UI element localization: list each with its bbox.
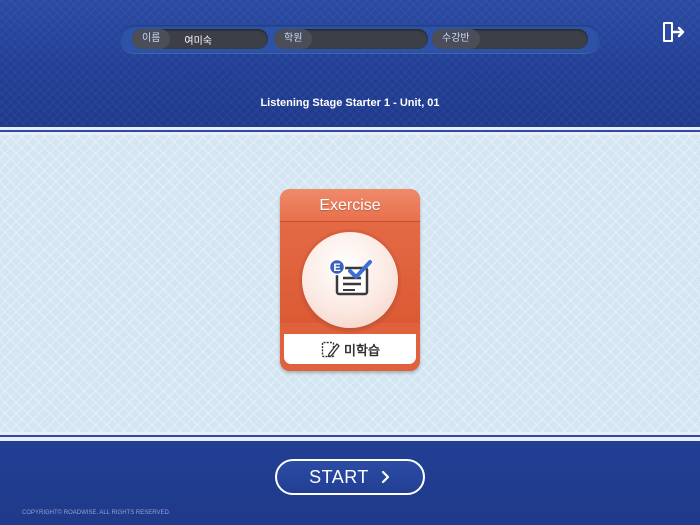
divider-top bbox=[0, 127, 700, 135]
start-label: START bbox=[309, 466, 369, 487]
class-label: 수강반 bbox=[432, 29, 480, 49]
class-field: 수강반 bbox=[432, 29, 588, 49]
exit-button[interactable] bbox=[660, 20, 686, 44]
divider-bottom bbox=[0, 432, 700, 441]
academy-label: 학원 bbox=[274, 29, 313, 49]
name-label: 이름 bbox=[132, 29, 171, 49]
card-status: 미학습 bbox=[284, 334, 416, 364]
name-field: 이름 여미숙 bbox=[132, 29, 268, 49]
exercise-checklist-icon: E bbox=[328, 258, 372, 296]
badge-letter: E bbox=[333, 262, 340, 274]
name-value: 여미숙 bbox=[184, 35, 213, 47]
academy-field: 학원 bbox=[274, 29, 428, 49]
card-title: Exercise bbox=[319, 197, 381, 214]
chevron-right-icon bbox=[381, 470, 390, 484]
exercise-card[interactable]: Exercise E 미학습 bbox=[280, 189, 420, 371]
card-body: E bbox=[280, 222, 420, 328]
card-icon-circle: E bbox=[302, 232, 398, 328]
exit-door-icon bbox=[663, 22, 685, 42]
page-title: Listening Stage Starter 1 - Unit, 01 bbox=[260, 97, 440, 109]
copyright-text: COPYRIGHT© ROADWISE. ALL RIGHTS RESERVED… bbox=[22, 510, 171, 516]
student-info-bar: 이름 여미숙 학원 수강반 bbox=[120, 25, 600, 53]
card-header: Exercise bbox=[280, 189, 420, 222]
status-label: 미학습 bbox=[344, 343, 380, 359]
notepad-pencil-icon bbox=[321, 341, 340, 358]
start-button[interactable]: START bbox=[275, 459, 425, 495]
